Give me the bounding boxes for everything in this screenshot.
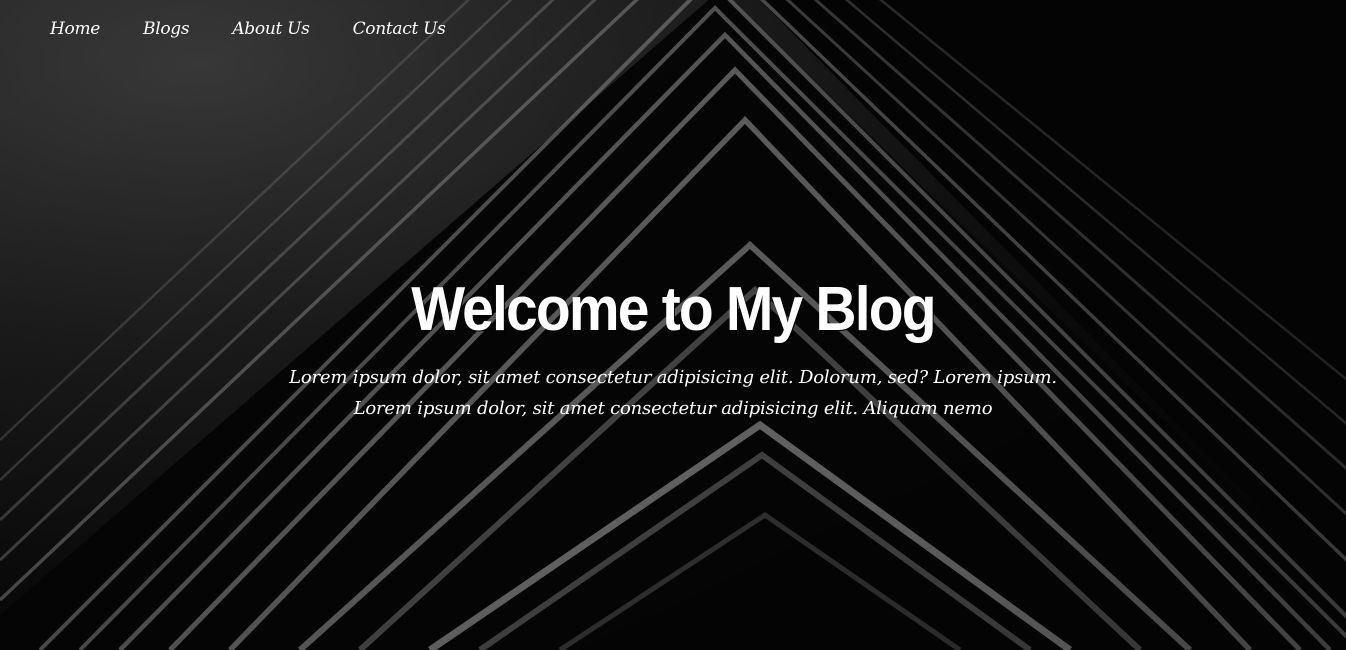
nav-link-home[interactable]: Home: [50, 14, 100, 44]
hero-title: Welcome to My Blog: [411, 275, 936, 344]
nav-link-about-us[interactable]: About Us: [232, 14, 310, 44]
hero-section: Home Blogs About Us Contact Us Welcome t…: [0, 0, 1346, 650]
nav-link-blogs[interactable]: Blogs: [143, 14, 190, 44]
hero-content: Welcome to My Blog Lorem ipsum dolor, si…: [0, 270, 1346, 424]
main-nav: Home Blogs About Us Contact Us: [50, 14, 489, 44]
nav-link-contact-us[interactable]: Contact Us: [353, 14, 446, 44]
hero-subtitle: Lorem ipsum dolor, sit amet consectetur …: [289, 367, 1057, 419]
